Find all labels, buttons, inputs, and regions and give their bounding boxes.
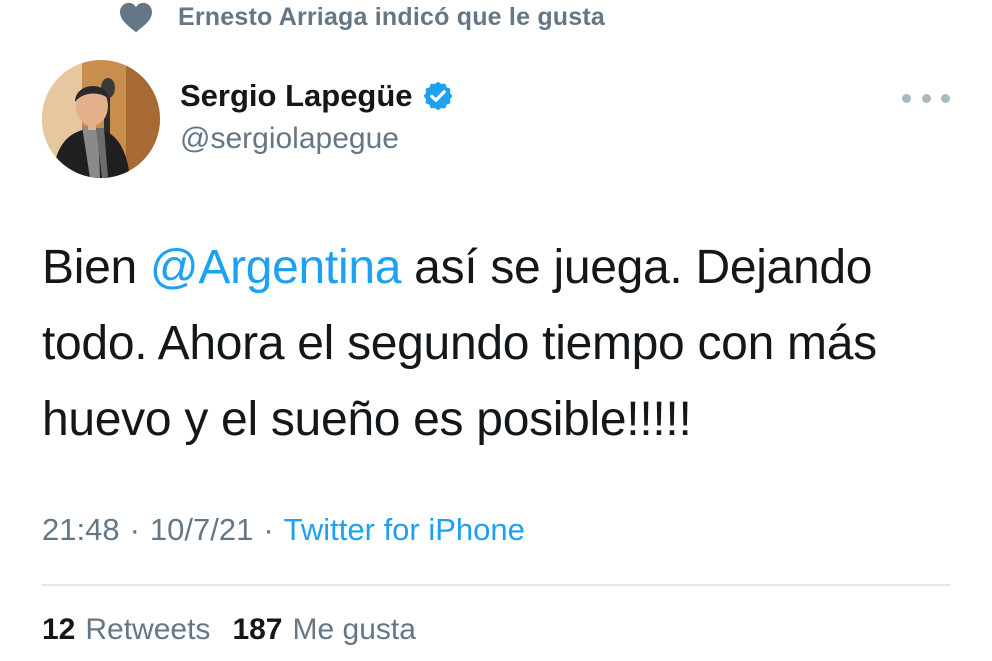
tweet-source-link[interactable]: Twitter for iPhone: [284, 512, 525, 548]
social-context[interactable]: Ernesto Arriaga indicó que le gusta: [118, 0, 605, 34]
likes-count: 187: [232, 613, 283, 646]
mention-link[interactable]: @Argentina: [150, 241, 402, 294]
display-name[interactable]: Sergio Lapegüe: [180, 78, 413, 114]
meta-separator: ·: [129, 512, 140, 547]
retweets-stat[interactable]: 12 Retweets: [42, 613, 210, 647]
tweet-text: Bien @Argentina así se juega. Dejando to…: [42, 230, 942, 458]
heart-icon: [118, 1, 154, 33]
tweet-stats: 12 Retweets 187 Me gusta: [42, 613, 416, 647]
retweets-count: 12: [42, 613, 76, 646]
more-options-button[interactable]: [902, 82, 950, 114]
avatar[interactable]: [42, 60, 160, 178]
author-handle[interactable]: @sergiolapegue: [180, 122, 399, 156]
retweets-label: Retweets: [85, 613, 211, 646]
tweet-meta: 21:48 · 10/7/21 · Twitter for iPhone: [42, 512, 525, 548]
tweet-time[interactable]: 21:48: [42, 512, 120, 548]
author-name-row[interactable]: Sergio Lapegüe: [180, 78, 453, 114]
social-context-text: Ernesto Arriaga indicó que le gusta: [178, 2, 605, 31]
tweet-text-start: Bien: [42, 241, 150, 294]
meta-separator: ·: [263, 512, 274, 547]
more-dots-icon-dot: [941, 93, 950, 103]
likes-label: Me gusta: [292, 613, 416, 646]
more-dots-icon-dot: [921, 93, 931, 103]
tweet-date[interactable]: 10/7/21: [150, 512, 253, 548]
likes-stat[interactable]: 187 Me gusta: [232, 613, 415, 647]
more-dots-icon: [902, 93, 911, 103]
divider: [42, 584, 950, 586]
verified-badge-icon: [423, 81, 453, 111]
